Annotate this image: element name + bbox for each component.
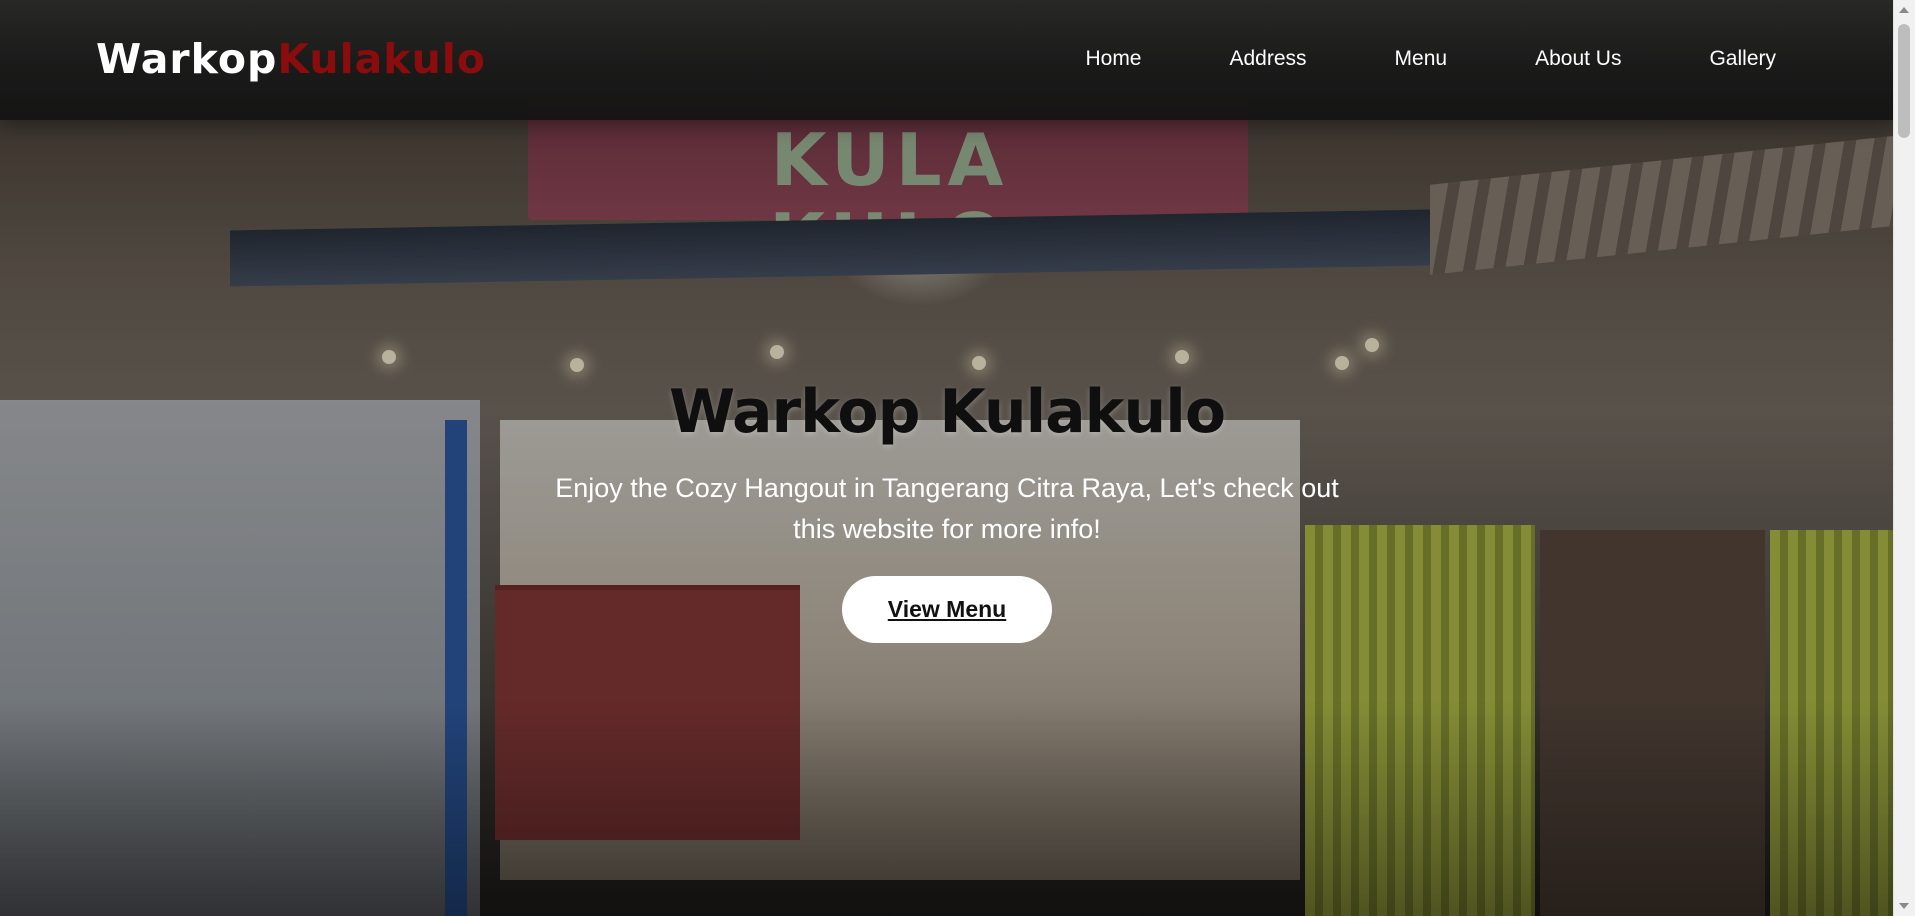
brand-logo-part2: Kulakulo <box>277 35 486 83</box>
nav-link-menu[interactable]: Menu <box>1395 46 1448 72</box>
hero-title: Warkop Kulakulo <box>668 377 1226 447</box>
scrollbar-thumb[interactable] <box>1898 24 1910 138</box>
vertical-scrollbar[interactable] <box>1893 0 1915 916</box>
nav-links: Home Address Menu About Us Gallery <box>1085 46 1776 72</box>
navbar: WarkopKulakulo Home Address Menu About U… <box>0 0 1894 120</box>
scroll-down-arrow-icon[interactable] <box>1899 903 1909 909</box>
nav-link-address[interactable]: Address <box>1230 46 1307 72</box>
nav-link-gallery[interactable]: Gallery <box>1709 46 1776 72</box>
view-menu-button[interactable]: View Menu <box>842 576 1052 643</box>
brand-logo-part1: Warkop <box>96 35 278 83</box>
brand-logo[interactable]: WarkopKulakulo <box>96 34 486 84</box>
page: KULA KULO WarkopKulakulo Home Address Me… <box>0 0 1915 916</box>
nav-link-about-us[interactable]: About Us <box>1535 46 1621 72</box>
hero-subtitle: Enjoy the Cozy Hangout in Tangerang Citr… <box>555 473 1339 544</box>
nav-link-home[interactable]: Home <box>1085 46 1141 72</box>
hero-content: Warkop Kulakulo Enjoy the Cozy Hangout i… <box>0 372 1894 643</box>
scroll-up-arrow-icon[interactable] <box>1899 7 1909 13</box>
